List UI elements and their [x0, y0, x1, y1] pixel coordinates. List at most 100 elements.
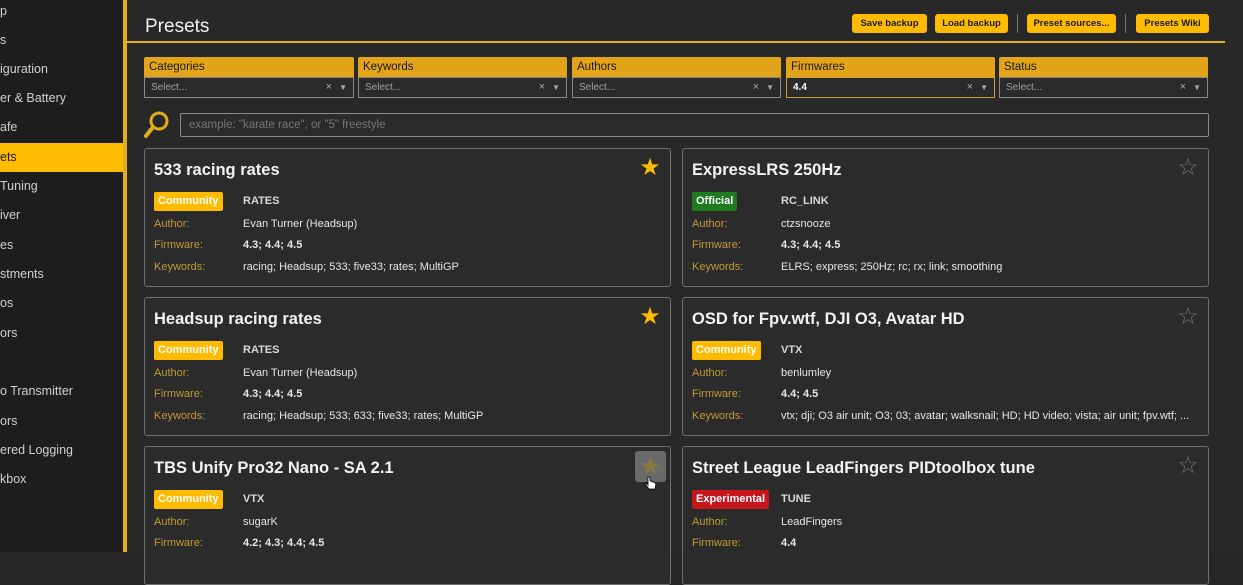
sidebar-item-adjustments[interactable]: stments — [0, 260, 123, 289]
firmware-value: 4.3; 4.4; 4.5 — [781, 239, 841, 251]
preset-category: RC_LINK — [781, 195, 829, 207]
preset-category: RATES — [243, 344, 280, 356]
search-icon — [144, 111, 169, 138]
sidebar-item-modes[interactable]: es — [0, 231, 123, 260]
firmware-value: 4.2; 4.3; 4.4; 4.5 — [243, 537, 325, 549]
header-separator — [1125, 14, 1126, 33]
sidebar-item-failsafe[interactable]: afe — [0, 113, 123, 142]
filter-label: Authors — [572, 57, 781, 77]
preset-category: RATES — [243, 195, 280, 207]
clear-icon[interactable]: × — [967, 78, 973, 97]
header-separator — [1017, 14, 1018, 33]
preset-card[interactable]: Street League LeadFingers PIDtoolbox tun… — [682, 446, 1209, 585]
author-label: Author: — [692, 516, 728, 528]
star-filled-icon[interactable]: ★ — [638, 305, 662, 329]
star-outline-icon[interactable]: ☆ — [1176, 454, 1200, 478]
star-filled-icon[interactable]: ★ — [638, 156, 662, 180]
firmware-label: Firmware: — [154, 239, 203, 251]
author-label: Author: — [154, 367, 190, 379]
preset-title: ExpressLRS 250Hz — [692, 161, 842, 179]
search-input[interactable] — [180, 113, 1209, 137]
author-value: LeadFingers — [781, 516, 843, 528]
preset-card[interactable]: TBS Unify Pro32 Nano - SA 2.1 ★ Communit… — [144, 446, 671, 585]
firmware-label: Firmware: — [692, 239, 741, 251]
preset-category: VTX — [781, 344, 803, 356]
load-backup-button[interactable]: Load backup — [935, 14, 1008, 33]
sidebar-item-blackbox-logging[interactable]: ered Logging — [0, 436, 123, 465]
author-value: Evan Turner (Headsup) — [243, 367, 358, 379]
preset-title: Headsup racing rates — [154, 310, 322, 328]
status-badge: Community — [154, 490, 223, 509]
keywords-value: vtx; dji; O3 air unit; O3; 03; avatar; w… — [781, 410, 1190, 422]
star-outline-icon[interactable]: ☆ — [1176, 305, 1200, 329]
author-label: Author: — [154, 218, 190, 230]
keywords-label: Keywords: — [692, 410, 744, 422]
keywords-label: Keywords: — [692, 261, 744, 273]
chevron-down-icon[interactable]: ▼ — [980, 78, 988, 97]
chevron-down-icon[interactable]: ▼ — [339, 78, 347, 97]
firmwares-select[interactable]: 4.4 × ▼ — [786, 77, 995, 98]
preset-card[interactable]: Headsup racing rates ★ Community RATES A… — [144, 297, 671, 436]
save-backup-button[interactable]: Save backup — [852, 14, 927, 33]
filter-keywords: Keywords Select... × ▼ — [358, 57, 567, 99]
status-badge: Experimental — [692, 490, 770, 509]
preset-sources-button[interactable]: Preset sources... — [1027, 14, 1116, 33]
preset-card[interactable]: ExpressLRS 250Hz ☆ Official RC_LINK Auth… — [682, 148, 1209, 287]
sidebar-item-setup[interactable]: p — [0, 0, 123, 26]
sidebar-item-presets[interactable]: ets — [0, 143, 123, 172]
preset-card[interactable]: 533 racing rates ★ Community RATES Autho… — [144, 148, 671, 287]
categories-select[interactable]: Select... × ▼ — [144, 77, 354, 98]
select-value: Select... — [151, 82, 188, 93]
filter-authors: Authors Select... × ▼ — [572, 57, 781, 99]
firmware-value: 4.3; 4.4; 4.5 — [243, 388, 303, 400]
firmware-value: 4.4 — [781, 537, 797, 549]
sidebar-item-blackbox[interactable]: kbox — [0, 465, 123, 494]
select-value: Select... — [579, 82, 616, 93]
authors-select[interactable]: Select... × ▼ — [572, 77, 781, 98]
preset-category: TUNE — [781, 493, 811, 505]
sidebar-item-servos[interactable]: os — [0, 289, 123, 318]
sidebar-item-ports[interactable]: s — [0, 26, 123, 55]
firmware-value: 4.4; 4.5 — [781, 388, 819, 400]
chevron-down-icon[interactable]: ▼ — [552, 78, 560, 97]
author-value: sugarK — [243, 516, 278, 528]
clear-icon[interactable]: × — [326, 78, 332, 97]
author-value: benlumley — [781, 367, 832, 379]
status-badge: Community — [692, 341, 761, 360]
author-label: Author: — [154, 516, 190, 528]
sidebar-item-pid-tuning[interactable]: Tuning — [0, 172, 123, 201]
chevron-down-icon[interactable]: ▼ — [766, 78, 774, 97]
author-label: Author: — [692, 218, 728, 230]
clear-icon[interactable]: × — [1180, 78, 1186, 97]
presets-panel: Presets Save backup Load backup Preset s… — [127, 0, 1243, 585]
status-badge: Community — [154, 192, 223, 211]
chevron-down-icon[interactable]: ▼ — [1193, 78, 1201, 97]
filter-categories: Categories Select... × ▼ — [144, 57, 354, 99]
preset-title: 533 racing rates — [154, 161, 280, 179]
sidebar-item-video-transmitter[interactable]: o Transmitter — [0, 377, 123, 406]
presets-wiki-button[interactable]: Presets Wiki — [1136, 14, 1209, 33]
filter-firmwares: Firmwares 4.4 × ▼ — [786, 57, 995, 99]
sidebar-item-power-battery[interactable]: er & Battery — [0, 84, 123, 113]
firmware-value: 4.3; 4.4; 4.5 — [243, 239, 303, 251]
sidebar-item-receiver[interactable]: iver — [0, 201, 123, 230]
mouse-cursor-icon — [645, 476, 657, 490]
preset-title: Street League LeadFingers PIDtoolbox tun… — [692, 459, 1035, 477]
page-title: Presets — [145, 16, 210, 37]
sidebar-item-configuration[interactable]: iguration — [0, 55, 123, 84]
keywords-select[interactable]: Select... × ▼ — [358, 77, 567, 98]
keywords-label: Keywords: — [154, 261, 206, 273]
keywords-value: racing; Headsup; 533; five33; rates; Mul… — [243, 261, 459, 273]
firmware-label: Firmware: — [692, 537, 741, 549]
sidebar-item-sensors[interactable]: ors — [0, 407, 123, 436]
star-outline-icon[interactable]: ☆ — [1176, 156, 1200, 180]
status-select[interactable]: Select... × ▼ — [999, 77, 1208, 98]
clear-icon[interactable]: × — [539, 78, 545, 97]
keywords-label: Keywords: — [154, 410, 206, 422]
status-badge: Official — [692, 192, 738, 211]
preset-card[interactable]: OSD for Fpv.wtf, DJI O3, Avatar HD ☆ Com… — [682, 297, 1209, 436]
select-value: Select... — [365, 82, 402, 93]
sidebar-item-motors[interactable]: ors — [0, 319, 123, 348]
clear-icon[interactable]: × — [753, 78, 759, 97]
firmware-label: Firmware: — [692, 388, 741, 400]
